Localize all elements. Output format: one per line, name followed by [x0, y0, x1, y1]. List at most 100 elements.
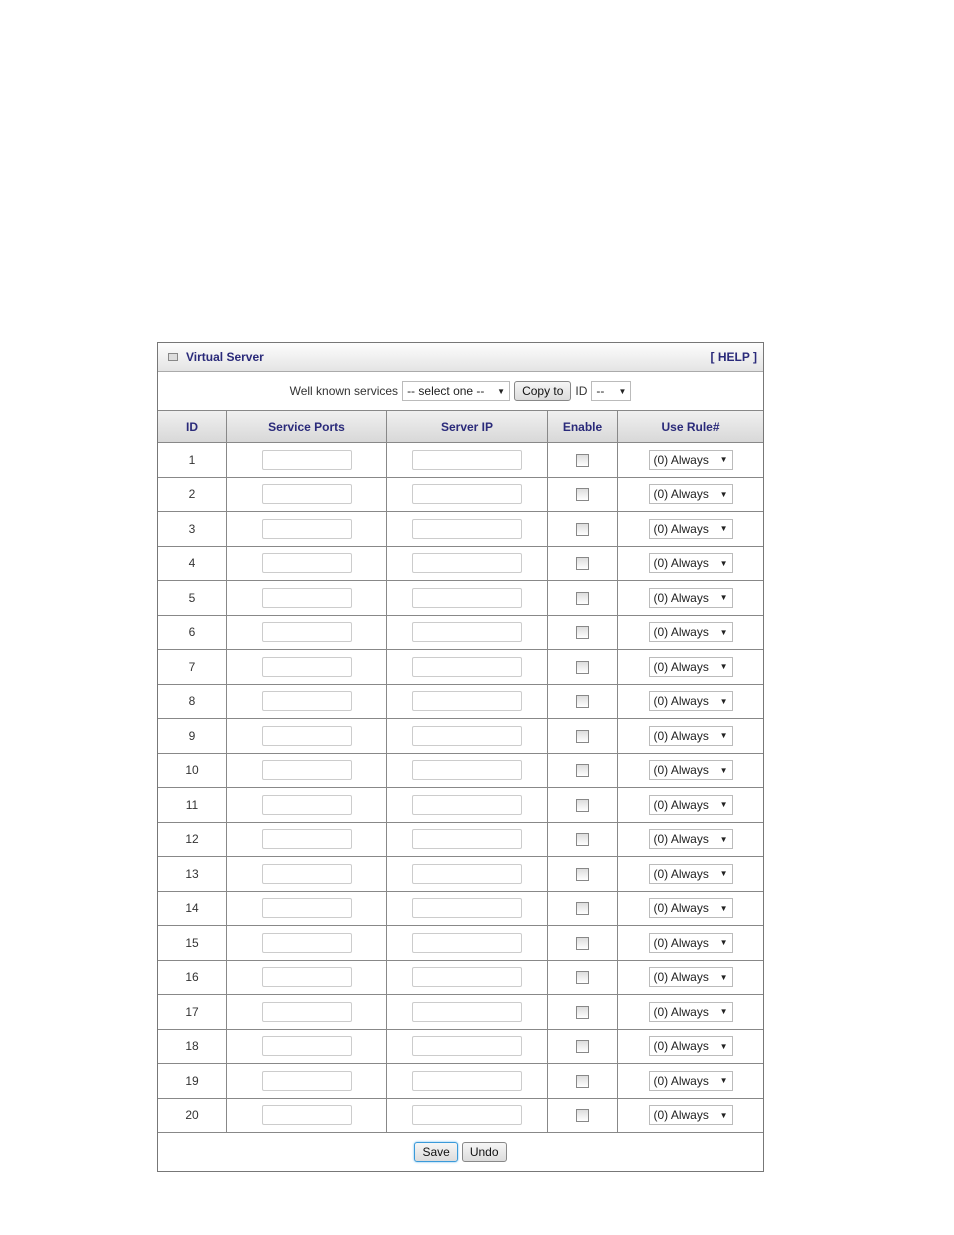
use-rule-select[interactable]: (0) Always ▼ — [648, 449, 733, 470]
copy-to-button[interactable]: Copy to — [514, 381, 572, 401]
service-ports-input[interactable] — [261, 725, 352, 746]
server-ip-input[interactable] — [412, 518, 522, 539]
service-ports-input[interactable] — [261, 1036, 352, 1057]
use-rule-select[interactable]: (0) Always ▼ — [648, 829, 733, 850]
server-ip-input[interactable] — [412, 967, 522, 988]
server-ip-input[interactable] — [412, 829, 522, 850]
service-ports-input[interactable] — [261, 1070, 352, 1091]
use-rule-select[interactable]: (0) Always ▼ — [648, 1105, 733, 1126]
save-button[interactable]: Save — [414, 1142, 458, 1162]
service-ports-input[interactable] — [261, 553, 352, 574]
help-link[interactable]: [ HELP ] — [711, 350, 757, 364]
enable-checkbox[interactable] — [576, 695, 589, 709]
server-ip-input[interactable] — [412, 932, 522, 953]
server-ip-input[interactable] — [412, 794, 522, 815]
enable-checkbox[interactable] — [576, 971, 589, 985]
enable-checkbox[interactable] — [576, 867, 589, 881]
undo-button[interactable]: Undo — [461, 1142, 507, 1162]
enable-checkbox[interactable] — [576, 1074, 589, 1088]
enable-checkbox[interactable] — [576, 660, 589, 674]
service-ports-input[interactable] — [261, 484, 352, 505]
enable-checkbox[interactable] — [576, 936, 589, 950]
cell-rule: (0) Always ▼ — [617, 511, 763, 547]
use-rule-select[interactable]: (0) Always ▼ — [648, 622, 733, 643]
use-rule-select[interactable]: (0) Always ▼ — [648, 1036, 733, 1057]
select-value: (0) Always — [653, 797, 709, 812]
use-rule-select[interactable]: (0) Always ▼ — [648, 587, 733, 608]
server-ip-input[interactable] — [412, 1070, 522, 1091]
use-rule-select[interactable]: (0) Always ▼ — [648, 553, 733, 574]
row-id: 8 — [158, 684, 227, 719]
enable-checkbox[interactable] — [576, 522, 589, 536]
service-ports-input[interactable] — [261, 691, 352, 712]
table-row: 14 (0) Always ▼ — [158, 891, 763, 926]
service-ports-input[interactable] — [261, 449, 352, 470]
use-rule-select[interactable]: (0) Always ▼ — [648, 794, 733, 815]
enable-checkbox[interactable] — [576, 1040, 589, 1054]
service-ports-input[interactable] — [261, 967, 352, 988]
table-row: 17 (0) Always ▼ — [158, 994, 763, 1030]
server-ip-input[interactable] — [412, 1036, 522, 1057]
use-rule-select[interactable]: (0) Always ▼ — [648, 656, 733, 677]
use-rule-select[interactable]: (0) Always ▼ — [648, 484, 733, 505]
use-rule-select[interactable]: (0) Always ▼ — [648, 932, 733, 953]
use-rule-select[interactable]: (0) Always ▼ — [648, 1001, 733, 1022]
enable-checkbox[interactable] — [576, 557, 589, 571]
enable-checkbox[interactable] — [576, 764, 589, 778]
use-rule-select[interactable]: (0) Always ▼ — [648, 967, 733, 988]
row-id: 2 — [158, 477, 227, 512]
server-ip-input[interactable] — [412, 484, 522, 505]
service-ports-input[interactable] — [261, 622, 352, 643]
table-row: 2 (0) Always ▼ — [158, 477, 763, 512]
use-rule-select[interactable]: (0) Always ▼ — [648, 1070, 733, 1091]
server-ip-input[interactable] — [412, 587, 522, 608]
select-value: (0) Always — [653, 659, 709, 674]
row-id: 7 — [158, 649, 227, 685]
enable-checkbox[interactable] — [576, 798, 589, 812]
server-ip-input[interactable] — [412, 656, 522, 677]
select-value: (0) Always — [653, 728, 709, 743]
server-ip-input[interactable] — [412, 691, 522, 712]
service-ports-input[interactable] — [261, 863, 352, 884]
service-ports-input[interactable] — [261, 1105, 352, 1126]
server-ip-input[interactable] — [412, 725, 522, 746]
copy-id-select[interactable]: -- ▼ — [591, 381, 632, 401]
use-rule-select[interactable]: (0) Always ▼ — [648, 863, 733, 884]
server-ip-input[interactable] — [412, 553, 522, 574]
enable-checkbox[interactable] — [576, 591, 589, 605]
server-ip-input[interactable] — [412, 760, 522, 781]
use-rule-select[interactable]: (0) Always ▼ — [648, 691, 733, 712]
enable-checkbox[interactable] — [576, 1109, 589, 1123]
use-rule-select[interactable]: (0) Always ▼ — [648, 898, 733, 919]
use-rule-select[interactable]: (0) Always ▼ — [648, 725, 733, 746]
enable-checkbox[interactable] — [576, 729, 589, 743]
chevron-down-icon: ▼ — [719, 524, 728, 534]
use-rule-select[interactable]: (0) Always ▼ — [648, 760, 733, 781]
enable-checkbox[interactable] — [576, 626, 589, 640]
service-ports-input[interactable] — [261, 587, 352, 608]
service-ports-input[interactable] — [261, 794, 352, 815]
server-ip-input[interactable] — [412, 622, 522, 643]
service-ports-input[interactable] — [261, 932, 352, 953]
well-known-services-select[interactable]: -- select one -- ▼ — [402, 381, 511, 401]
table-row: 7 (0) Always ▼ — [158, 649, 763, 685]
server-ip-input[interactable] — [412, 863, 522, 884]
enable-checkbox[interactable] — [576, 488, 589, 502]
enable-checkbox[interactable] — [576, 453, 589, 467]
use-rule-select[interactable]: (0) Always ▼ — [648, 518, 733, 539]
enable-checkbox[interactable] — [576, 902, 589, 916]
service-ports-input[interactable] — [261, 656, 352, 677]
service-ports-input[interactable] — [261, 1001, 352, 1022]
well-known-services-row: Well known services -- select one -- ▼ C… — [158, 372, 763, 411]
server-ip-input[interactable] — [412, 898, 522, 919]
row-id: 14 — [158, 891, 227, 926]
service-ports-input[interactable] — [261, 829, 352, 850]
service-ports-input[interactable] — [261, 518, 352, 539]
enable-checkbox[interactable] — [576, 1005, 589, 1019]
service-ports-input[interactable] — [261, 760, 352, 781]
service-ports-input[interactable] — [261, 898, 352, 919]
server-ip-input[interactable] — [412, 449, 522, 470]
enable-checkbox[interactable] — [576, 833, 589, 847]
server-ip-input[interactable] — [412, 1001, 522, 1022]
server-ip-input[interactable] — [412, 1105, 522, 1126]
